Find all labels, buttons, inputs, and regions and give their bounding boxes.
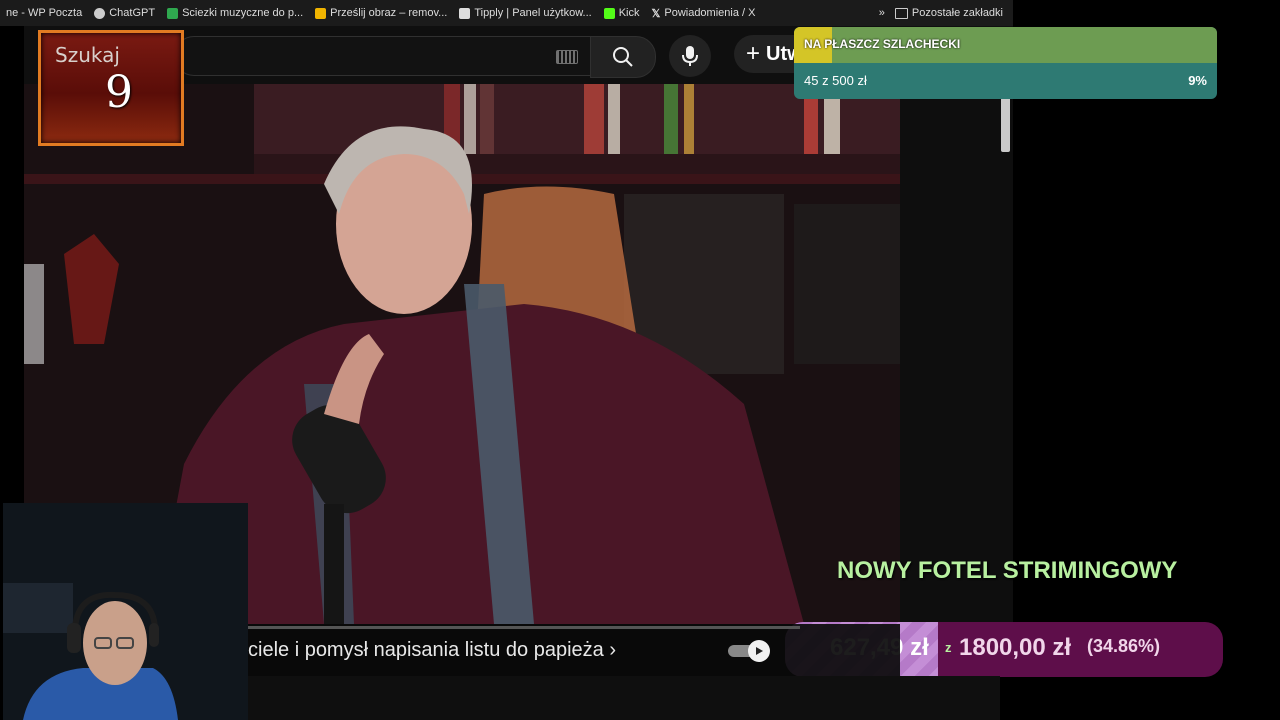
autoplay-toggle[interactable] — [728, 640, 776, 662]
plus-icon: + — [746, 40, 761, 67]
page-bottom-strip — [248, 676, 1000, 720]
bookmark-chatgpt[interactable]: ChatGPT — [94, 7, 155, 19]
webcam-feed — [3, 503, 248, 720]
bookmark-kick[interactable]: Kick — [603, 7, 639, 19]
bookmark-remove-bg[interactable]: Prześlij obraz – remov... — [315, 7, 447, 19]
donation-goal-widget: NA PŁASZCZ SZLACHECKI 45 z 500 zł 9% — [794, 27, 1217, 99]
bookmark-tipply[interactable]: Tipply | Panel użytkow... — [459, 7, 592, 19]
fundraiser-target-amount: 1800,00 zł — [959, 634, 1072, 661]
fundraiser-separator: z — [945, 640, 952, 655]
video-progress-bar[interactable] — [248, 626, 800, 629]
tipply-icon — [459, 7, 471, 19]
bookmark-wp-poczta[interactable]: ne - WP Poczta — [6, 7, 82, 19]
search-input[interactable] — [174, 36, 591, 76]
bookmark-x[interactable]: 𝕏 Powiadomienia / X — [651, 7, 755, 20]
webcam-overlay — [3, 503, 248, 720]
video-title-bar: ciele i pomysł napisania listu do papież… — [248, 624, 900, 676]
video-title-link[interactable]: ciele i pomysł napisania listu do papież… — [248, 639, 616, 662]
image-icon — [315, 7, 327, 19]
fundraiser-percent: (34.86%) — [1087, 636, 1161, 656]
goal-title: NA PŁASZCZ SZLACHECKI — [804, 37, 961, 51]
music-icon — [167, 7, 179, 19]
voice-search-button[interactable] — [669, 35, 711, 77]
goal-amount: 45 z 500 zł — [804, 73, 867, 88]
kick-icon — [603, 7, 615, 19]
fundraiser-title: NOWY FOTEL STRIMINGOWY — [837, 557, 1178, 584]
search-counter-label: Szukaj — [55, 43, 120, 67]
x-logo-icon: 𝕏 — [651, 7, 661, 20]
microphone-icon — [682, 46, 698, 66]
keyboard-icon[interactable] — [556, 50, 578, 64]
other-bookmarks[interactable]: Pozostałe zakładki — [894, 7, 1003, 19]
double-chevron-icon[interactable]: » — [879, 7, 885, 19]
play-icon — [756, 647, 763, 655]
bookmarks-bar: ne - WP Poczta ChatGPT Sciezki muzyczne … — [0, 0, 1013, 26]
side-panel — [900, 84, 1013, 624]
goal-percent: 9% — [1188, 73, 1207, 88]
search-counter-value: 9 — [105, 67, 133, 118]
search-counter-widget: Szukaj 9 — [38, 30, 184, 146]
search-icon — [613, 47, 633, 67]
folder-icon — [894, 7, 908, 19]
autoplay-knob — [748, 640, 770, 662]
search-button[interactable] — [590, 36, 656, 78]
bookmark-sciezki[interactable]: Sciezki muzyczne do p... — [167, 7, 303, 19]
chatgpt-icon — [94, 7, 106, 19]
